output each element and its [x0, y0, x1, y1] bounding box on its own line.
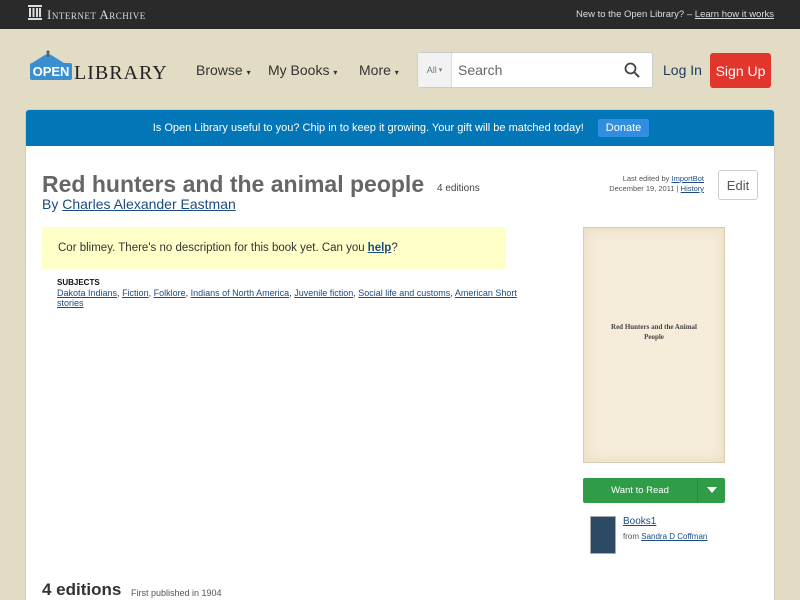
editions-count[interactable]: 4 editions — [437, 183, 480, 194]
last-edited-user-link[interactable]: ImportBot — [671, 174, 704, 183]
description-end: ? — [391, 242, 398, 254]
logo-library-text: LIBRARY — [74, 62, 168, 84]
nav-browse[interactable]: Browse ▾ — [196, 62, 251, 78]
caret-down-icon: ▾ — [438, 67, 443, 74]
history-link[interactable]: History — [681, 184, 704, 193]
subjects-heading: SUBJECTS — [57, 278, 100, 287]
help-link[interactable]: help — [368, 242, 392, 254]
subject-link[interactable]: Social life and customs — [358, 288, 450, 298]
subject-link[interactable]: Folklore — [154, 288, 186, 298]
author-byline: By Charles Alexander Eastman — [42, 196, 236, 212]
list-from-label: from — [623, 532, 639, 541]
last-edited-label: Last edited by — [622, 174, 670, 183]
subject-link[interactable]: Indians of North America — [191, 288, 290, 298]
subject-link[interactable]: Dakota Indians — [57, 288, 117, 298]
first-published: First published in 1904 — [131, 588, 222, 598]
main-panel: Is Open Library useful to you? Chip in t… — [25, 109, 775, 600]
new-user-prompt: New to the Open Library? – Learn how it … — [575, 9, 774, 20]
logo-open-text: OPEN — [33, 64, 70, 79]
caret-down-icon: ▾ — [246, 68, 251, 77]
internet-archive-wordmark: Internet Archive — [47, 6, 146, 22]
book-title: Red hunters and the animal people — [42, 171, 425, 197]
last-edited-date: December 19, 2011 — [609, 184, 675, 193]
donate-banner: Is Open Library useful to you? Chip in t… — [26, 110, 774, 146]
login-link[interactable]: Log In — [663, 62, 702, 78]
edit-button[interactable]: Edit — [718, 170, 758, 200]
search-icon[interactable] — [624, 62, 640, 78]
author-link[interactable]: Charles Alexander Eastman — [62, 196, 236, 212]
subjects-list: Dakota Indians, Fiction, Folklore, India… — [57, 288, 517, 308]
cover-title-text: Red Hunters and the Animal People — [584, 322, 724, 342]
internet-archive-bar: Internet Archive New to the Open Library… — [0, 0, 800, 29]
internet-archive-logo[interactable]: Internet Archive — [28, 4, 146, 25]
want-to-read-label[interactable]: Want to Read — [583, 478, 697, 503]
caret-down-icon: ▾ — [394, 68, 399, 77]
description-text: Cor blimey. There's no description for t… — [58, 242, 365, 254]
search-input[interactable] — [452, 53, 612, 87]
learn-how-link[interactable]: Learn how it works — [695, 9, 774, 20]
cover-line-2: People — [644, 333, 664, 341]
book-cover[interactable]: Red Hunters and the Animal People — [583, 227, 725, 463]
site-header: OPEN LIBRARY Browse ▾ My Books ▾ More ▾ … — [0, 29, 800, 110]
want-to-read-button: Want to Read — [583, 478, 725, 503]
list-title-link[interactable]: Books1 — [623, 516, 656, 527]
search-bar: All ▾ — [417, 52, 653, 88]
subject-link[interactable]: Juvenile fiction — [294, 288, 353, 298]
search-scope-select[interactable]: All ▾ — [418, 53, 452, 87]
editions-heading: 4 editions — [42, 580, 122, 599]
nav-my-books-label: My Books — [268, 62, 330, 78]
subjects-section: SUBJECTS Dakota Indians, Fiction, Folklo… — [57, 278, 527, 308]
nav-more-label: More — [359, 62, 391, 78]
cover-line-1: Red Hunters and the Animal — [611, 323, 697, 331]
list-owner-link[interactable]: Sandra D Coffman — [641, 532, 707, 541]
list-cover-thumbnail[interactable] — [590, 516, 616, 554]
donate-button[interactable]: Donate — [597, 119, 650, 137]
subject-link[interactable]: Fiction — [122, 288, 149, 298]
nav-browse-label: Browse — [196, 62, 243, 78]
new-user-text: New to the Open Library? — [575, 9, 685, 20]
signup-button[interactable]: Sign Up — [710, 53, 771, 88]
by-label: By — [42, 196, 59, 212]
description-placeholder: Cor blimey. There's no description for t… — [42, 227, 506, 269]
nav-my-books[interactable]: My Books ▾ — [268, 62, 337, 78]
list-owner: from Sandra D Coffman — [623, 532, 707, 541]
search-scope-label: All — [426, 65, 437, 75]
donate-message: Is Open Library useful to you? Chip in t… — [152, 122, 584, 134]
nav-more[interactable]: More ▾ — [359, 62, 399, 78]
open-library-logo[interactable]: OPEN LIBRARY — [28, 49, 168, 93]
want-to-read-dropdown[interactable] — [697, 478, 725, 503]
caret-down-icon — [706, 485, 717, 496]
archive-building-icon — [28, 4, 42, 25]
last-edited-info: Last edited by ImportBot December 19, 20… — [609, 174, 704, 193]
caret-down-icon: ▾ — [333, 68, 338, 77]
